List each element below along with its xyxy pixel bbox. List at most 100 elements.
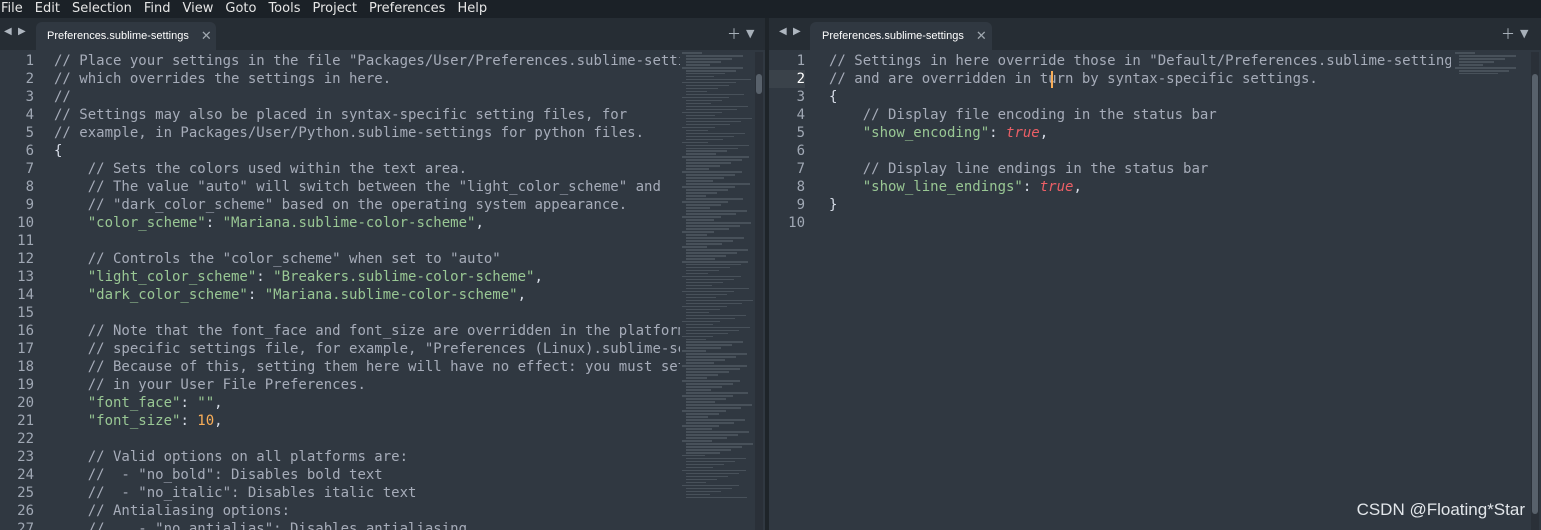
minimap-line [686, 451, 720, 454]
line-number: 10 [17, 215, 34, 231]
code-line: // The value "auto" will switch between … [54, 178, 680, 196]
code-token: true [1039, 179, 1074, 195]
tab-label: Preferences.sublime-settings [47, 30, 189, 42]
minimap-line [686, 332, 728, 335]
minimap-line [682, 320, 720, 323]
dropdown-icon[interactable]: ▼ [746, 27, 754, 40]
code-token: "show_line_endings" [862, 179, 1023, 195]
tab-right-preferences[interactable]: Preferences.sublime-settings ✕ [810, 22, 992, 50]
minimap-line [686, 392, 748, 394]
code-area[interactable]: // Settings in here override those in "D… [829, 52, 1451, 232]
menu-item-file[interactable]: File [0, 0, 29, 18]
menu-item-help[interactable]: Help [451, 0, 493, 18]
code-line: // "dark_color_scheme" based on the oper… [54, 196, 680, 214]
chevron-right-icon[interactable]: ▶ [18, 26, 27, 37]
code-line: // Antialiasing options: [54, 502, 680, 520]
minimap-line [682, 275, 741, 278]
minimap-line [686, 347, 721, 350]
minimap-line [682, 350, 706, 353]
minimap-line [686, 302, 742, 305]
line-number: 3 [25, 89, 34, 105]
code-line: // Sets the colors used within the text … [54, 160, 680, 178]
minimap-line [686, 496, 747, 499]
close-icon[interactable]: ✕ [201, 29, 212, 44]
menu-item-preferences[interactable]: Preferences [363, 0, 451, 18]
code-token: // - "no_antialias": Disables antialiasi… [87, 521, 468, 530]
code-token: // Controls the "color_scheme" when set … [87, 251, 501, 267]
line-number: 5 [25, 125, 34, 141]
minimap-line [686, 105, 748, 108]
minimap-line [686, 463, 724, 466]
minimap-line [686, 254, 726, 257]
menu-item-selection[interactable]: Selection [66, 0, 138, 18]
plus-icon[interactable]: ＋ [1501, 24, 1515, 44]
code-line: "show_encoding": true, [829, 124, 1451, 142]
code-area[interactable]: // Place your settings in the file "Pack… [54, 52, 680, 530]
chevron-left-icon[interactable]: ◀ [779, 26, 788, 37]
minimap-line [686, 457, 746, 460]
minimap[interactable] [1455, 52, 1525, 530]
plus-icon[interactable]: ＋ [727, 24, 741, 44]
minimap-line [686, 99, 722, 102]
line-number-gutter: 1 2 3 4 5 6 7 8 9 10 11 12 13 14 15 16 17 18 19 20 21 22 23 24 2… [0, 52, 34, 530]
minimap-line [686, 132, 745, 135]
code-token: } [829, 197, 838, 213]
code-line: // Place your settings in the file "Pack… [54, 52, 680, 70]
minimap-line [686, 475, 728, 478]
minimap[interactable] [682, 52, 753, 530]
line-number: 7 [25, 161, 34, 177]
menu-item-view[interactable]: View [177, 0, 220, 18]
minimap-line [686, 308, 720, 311]
code-token: "font_size" [87, 413, 181, 429]
code-line: // which overrides the settings in here. [54, 70, 680, 88]
minimap-line [686, 490, 721, 493]
minimap-line [682, 395, 733, 397]
minimap-line [1455, 52, 1475, 54]
chevron-left-icon[interactable]: ◀ [4, 26, 13, 37]
code-token: , [214, 395, 223, 411]
minimap-line [686, 326, 750, 329]
minimap-line [686, 371, 729, 373]
minimap-line [682, 231, 714, 233]
chevron-right-icon[interactable]: ▶ [793, 26, 802, 37]
close-icon[interactable]: ✕ [976, 29, 987, 44]
menu-item-tools[interactable]: Tools [262, 0, 306, 18]
minimap-line [686, 434, 738, 436]
menu-item-find[interactable]: Find [138, 0, 177, 18]
minimap-line [682, 290, 734, 293]
right-tab-bar: ◀ ▶ Preferences.sublime-settings ✕ ＋ ▼ [769, 18, 1541, 50]
code-line: // Settings may also be placed in syntax… [54, 106, 680, 124]
minimap-line [686, 93, 744, 96]
line-number: 10 [788, 215, 805, 231]
minimap-line [686, 263, 741, 266]
menu-item-edit[interactable]: Edit [29, 0, 66, 18]
menu-item-project[interactable]: Project [306, 0, 362, 18]
scroll-thumb[interactable] [756, 74, 762, 94]
code-token: , [1039, 125, 1049, 141]
code-token: : [1022, 179, 1040, 195]
minimap-line [686, 460, 735, 463]
minimap-line [686, 407, 741, 409]
minimap-line [682, 216, 721, 218]
code-line: // [54, 88, 680, 106]
minimap-line [686, 368, 740, 370]
code-token: // which overrides the settings in here. [54, 71, 392, 87]
minimap-line [686, 296, 716, 299]
vertical-scrollbar[interactable] [1531, 52, 1539, 530]
tab-left-preferences[interactable]: Preferences.sublime-settings ✕ [36, 22, 216, 50]
menu-item-goto[interactable]: Goto [219, 0, 262, 18]
dropdown-icon[interactable]: ▼ [1520, 27, 1528, 40]
code-token: "light_color_scheme" [87, 269, 257, 285]
code-line: // Note that the font_face and font_size… [54, 322, 680, 340]
scroll-thumb[interactable] [1532, 74, 1538, 514]
vertical-scrollbar[interactable] [755, 52, 763, 530]
line-number: 4 [25, 107, 34, 123]
minimap-line [686, 317, 735, 320]
line-number: 5 [796, 125, 805, 141]
code-line: // - "no_antialias": Disables antialiasi… [54, 520, 680, 530]
line-number: 8 [25, 179, 34, 195]
